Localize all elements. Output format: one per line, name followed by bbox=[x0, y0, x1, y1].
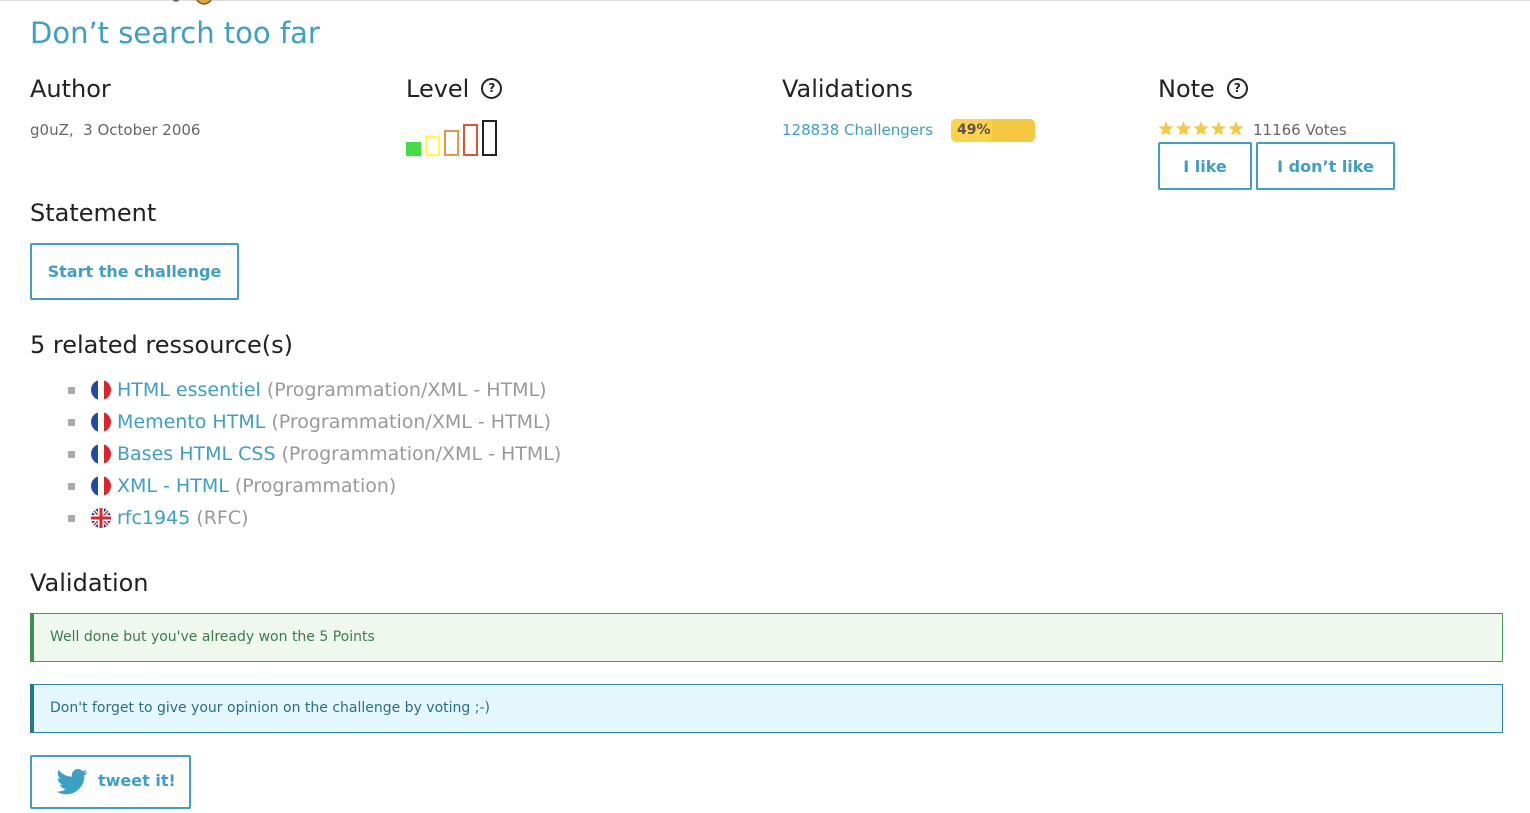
fr-flag-icon bbox=[91, 380, 111, 400]
resource-link[interactable]: Bases HTML CSS bbox=[117, 443, 276, 465]
validation-heading: Validation bbox=[30, 569, 149, 597]
level-indicator bbox=[406, 120, 497, 156]
start-challenge-button[interactable]: Start the challenge bbox=[30, 243, 239, 300]
author-name[interactable]: g0uZ bbox=[30, 121, 69, 139]
fr-flag-icon bbox=[91, 412, 111, 432]
level-bar-3 bbox=[444, 130, 459, 156]
list-item: Bases HTML CSS (Programmation/XML - HTML… bbox=[68, 438, 561, 470]
top-divider bbox=[0, 0, 1530, 1]
like-button[interactable]: I like bbox=[1158, 142, 1252, 190]
tweet-button[interactable]: tweet it! bbox=[30, 755, 191, 809]
level-bar-5 bbox=[482, 120, 497, 156]
level-heading-text: Level bbox=[406, 75, 470, 103]
votes-count: 11166 Votes bbox=[1253, 121, 1347, 139]
question-circle-icon[interactable]: ? bbox=[1226, 77, 1248, 99]
level-heading: Level? bbox=[406, 75, 503, 103]
list-item: Memento HTML (Programmation/XML - HTML) bbox=[68, 406, 561, 438]
author-heading: Author bbox=[30, 75, 111, 103]
dislike-button[interactable]: I don’t like bbox=[1256, 142, 1395, 190]
resources-heading: 5 related ressource(s) bbox=[30, 331, 293, 359]
author-info: g0uZ, 3 October 2006 bbox=[30, 121, 201, 139]
question-circle-icon[interactable]: ? bbox=[481, 77, 503, 99]
author-date: 3 October 2006 bbox=[83, 121, 201, 139]
star-icon bbox=[1175, 121, 1192, 136]
note-heading: Note? bbox=[1158, 75, 1248, 103]
resource-category: (Programmation/XML - HTML) bbox=[281, 443, 562, 465]
bullet bbox=[68, 418, 75, 426]
header-partial-icons bbox=[172, 0, 212, 5]
resource-link[interactable]: XML - HTML bbox=[117, 475, 229, 497]
tweet-label: tweet it! bbox=[98, 771, 176, 790]
rating-stars bbox=[1158, 121, 1244, 136]
star-icon bbox=[1193, 121, 1209, 136]
resource-link[interactable]: Memento HTML bbox=[117, 411, 265, 433]
star-icon bbox=[1210, 121, 1227, 136]
success-alert: Well done but you've already won the 5 P… bbox=[30, 613, 1503, 662]
info-alert: Don't forget to give your opinion on the… bbox=[30, 684, 1503, 733]
note-heading-text: Note bbox=[1158, 75, 1215, 103]
list-item: rfc1945 (RFC) bbox=[68, 502, 561, 534]
resource-link[interactable]: HTML essentiel bbox=[117, 379, 261, 401]
validation-progress-bar: 49% bbox=[951, 119, 1035, 142]
challenge-page: Don’t search too far Author g0uZ, 3 Octo… bbox=[0, 0, 1530, 813]
resource-category: (Programmation) bbox=[234, 475, 397, 497]
statement-heading: Statement bbox=[30, 199, 157, 227]
resource-category: (Programmation/XML - HTML) bbox=[271, 411, 552, 433]
bullet bbox=[68, 386, 75, 394]
validations-heading: Validations bbox=[782, 75, 914, 103]
level-bar-2 bbox=[425, 136, 440, 156]
resource-category: (Programmation/XML - HTML) bbox=[266, 379, 547, 401]
list-item: HTML essentiel (Programmation/XML - HTML… bbox=[68, 374, 561, 406]
bullet bbox=[68, 450, 75, 458]
bullet bbox=[68, 514, 75, 522]
level-bar-4 bbox=[463, 124, 478, 156]
list-item: XML - HTML (Programmation) bbox=[68, 470, 561, 502]
uk-flag-icon bbox=[91, 508, 111, 528]
resource-category: (RFC) bbox=[196, 507, 249, 529]
star-icon bbox=[1228, 121, 1244, 136]
level-bar-1 bbox=[406, 142, 421, 156]
challengers-link[interactable]: 128838 Challengers bbox=[782, 121, 933, 139]
fr-flag-icon bbox=[91, 444, 111, 464]
resources-list: HTML essentiel (Programmation/XML - HTML… bbox=[68, 374, 561, 534]
validation-percent: 49% bbox=[957, 122, 991, 138]
challenge-title: Don’t search too far bbox=[30, 16, 320, 50]
twitter-bird-icon bbox=[56, 769, 88, 795]
star-icon bbox=[1158, 121, 1174, 136]
fr-flag-icon bbox=[91, 476, 111, 496]
bullet bbox=[68, 482, 75, 490]
resource-link[interactable]: rfc1945 bbox=[117, 507, 190, 529]
